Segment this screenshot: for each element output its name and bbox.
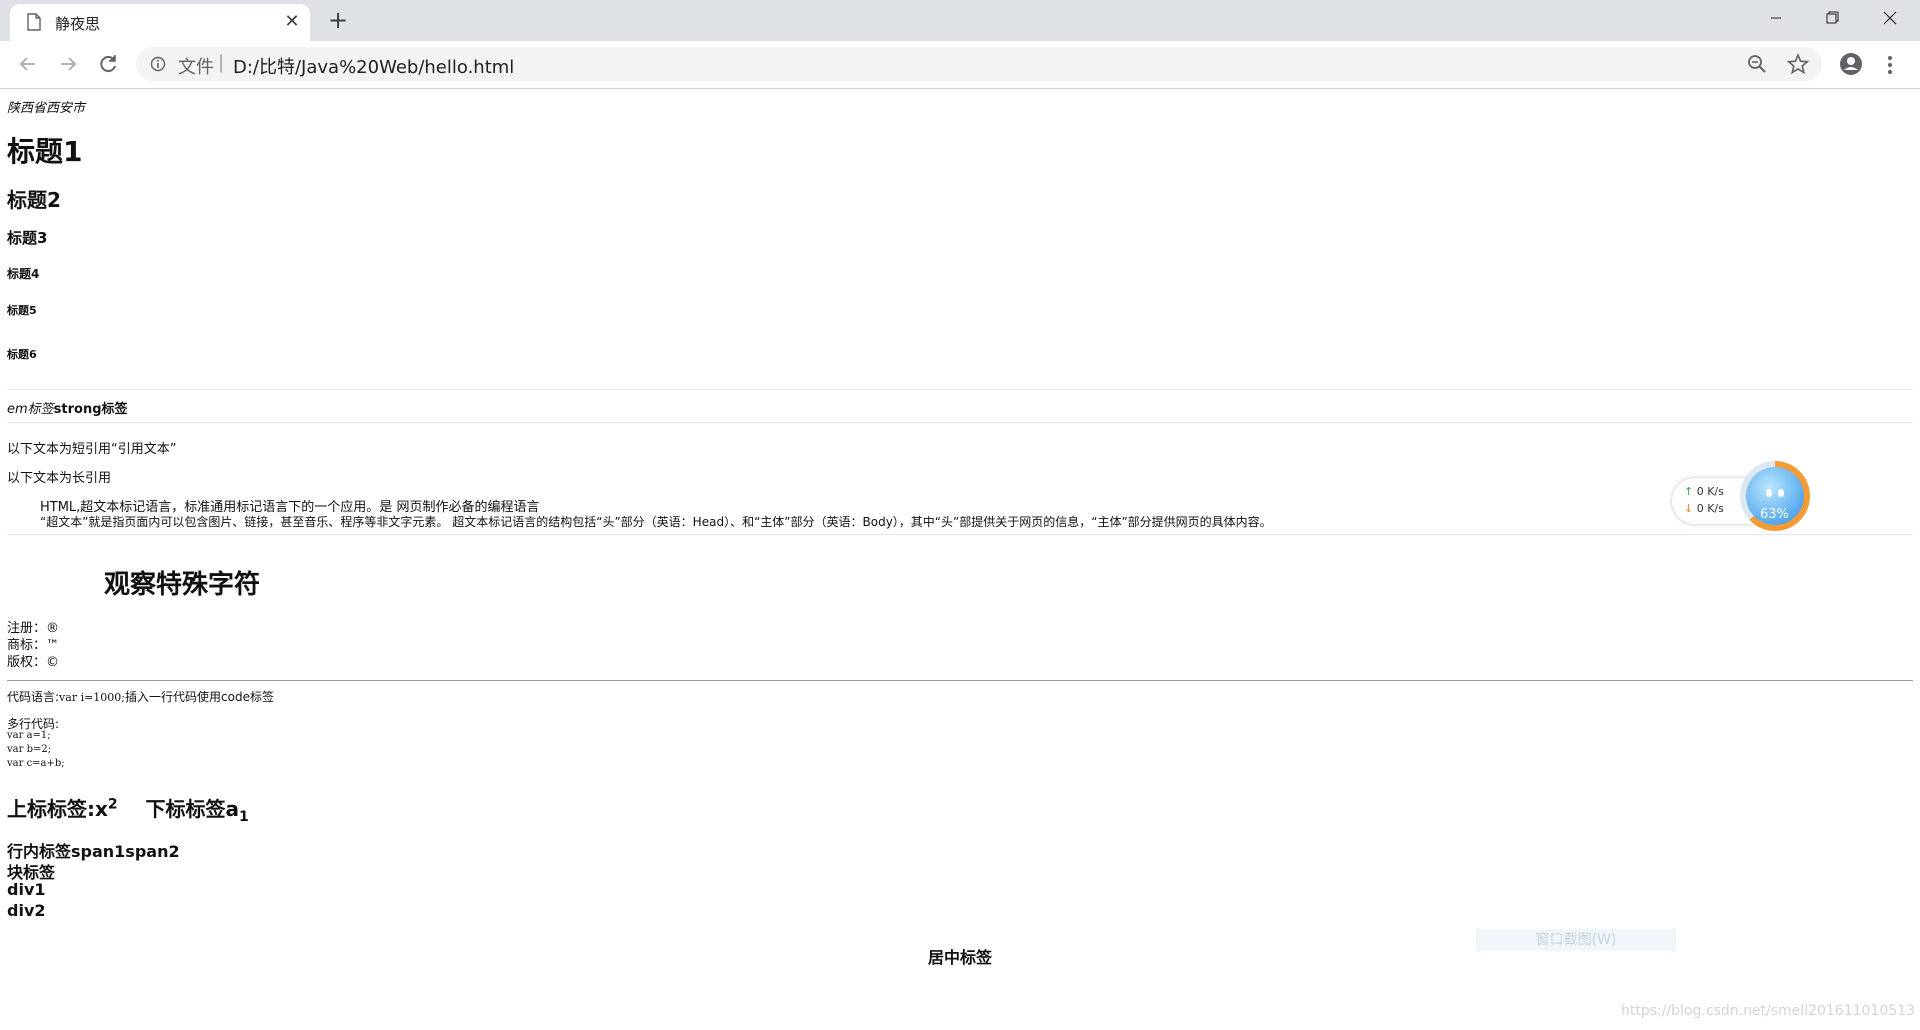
ball-eye <box>1766 489 1772 497</box>
arrow-right-icon <box>61 57 77 71</box>
tab-strip: 静夜思 ✕ + <box>0 0 1920 41</box>
download-speed: ↓ 0 K/s <box>1684 502 1724 515</box>
restore-button[interactable] <box>1805 0 1861 36</box>
ball-eye <box>1778 489 1784 497</box>
upload-speed-value: 0 K/s <box>1696 485 1724 498</box>
strong-text: strong标签 <box>53 402 128 417</box>
browser-tab[interactable]: 静夜思 ✕ <box>10 4 310 41</box>
short-quote-line: 以下文本为短引用“引用文本” <box>7 438 177 457</box>
info-icon[interactable] <box>150 56 166 72</box>
arrow-down-icon: ↓ <box>1684 502 1694 515</box>
zoom-icon[interactable] <box>1747 54 1767 74</box>
special-chars-title: 观察特殊字符 <box>104 570 261 600</box>
sub-label: 下标标签a <box>145 797 240 821</box>
divider <box>7 680 1913 681</box>
inline-code-line: 代码语言:var i=1000;插入一行代码使用code标签 <box>7 688 274 705</box>
short-quote: “引用文本” <box>111 442 177 457</box>
divider <box>7 534 1913 535</box>
copyright-line: 版权：© <box>7 655 60 670</box>
code-suffix: 插入一行代码使用code标签 <box>125 690 274 704</box>
upload-speed: ↑ 0 K/s <box>1684 485 1724 498</box>
reload-icon <box>100 55 116 73</box>
more-menu-icon[interactable] <box>1882 52 1898 78</box>
div-1: div1 <box>7 880 46 899</box>
ball-percent: 63% <box>1760 507 1789 522</box>
watermark: https://blog.csdn.net/smell201611010513 <box>1621 1003 1915 1019</box>
heading-1: 标题1 <box>7 135 83 168</box>
back-button[interactable] <box>14 50 42 78</box>
new-tab-button[interactable]: + <box>325 8 351 34</box>
tab-title: 静夜思 <box>55 15 101 33</box>
divider <box>7 422 1913 423</box>
accelerator-ball[interactable]: 63% <box>1740 461 1810 531</box>
address-bar[interactable]: 文件 | D:/比特/Java%20Web/hello.html <box>136 47 1822 81</box>
window-screenshot-button[interactable]: 窗口截图(W) <box>1476 929 1676 951</box>
reload-button[interactable] <box>94 50 122 78</box>
short-quote-prefix: 以下文本为短引用 <box>7 442 112 457</box>
document-icon <box>27 13 41 31</box>
address-text: 陕西省西安市 <box>7 101 86 116</box>
download-speed-value: 0 K/s <box>1696 502 1724 515</box>
heading-6: 标题6 <box>7 348 37 361</box>
sup-value: 2 <box>107 796 118 813</box>
heading-3: 标题3 <box>7 229 48 247</box>
divider <box>7 389 1913 390</box>
long-quote-label: 以下文本为长引用 <box>7 471 112 486</box>
close-icon <box>1883 11 1897 25</box>
minimize-button[interactable] <box>1748 0 1804 36</box>
ball-face: 63% <box>1746 467 1804 525</box>
sup-sub-line: 上标标签:x2 下标标签a1 <box>7 793 249 825</box>
sub-value: 1 <box>239 809 249 825</box>
heading-2: 标题2 <box>7 188 61 212</box>
arrow-up-icon: ↑ <box>1684 485 1694 498</box>
div-2: div2 <box>7 901 46 920</box>
forward-button[interactable] <box>54 50 82 78</box>
bookmark-star-icon[interactable] <box>1787 53 1809 75</box>
em-text: em标签 <box>7 402 54 417</box>
restore-icon <box>1826 11 1839 24</box>
arrow-left-icon <box>19 57 35 71</box>
sup-label: 上标标签:x <box>7 797 108 821</box>
url-text[interactable]: D:/比特/Java%20Web/hello.html <box>233 53 514 79</box>
browser-toolbar: 文件 | D:/比特/Java%20Web/hello.html <box>0 41 1920 89</box>
page-content: 陕西省西安市 标题1 标题2 标题3 标题4 标题5 标题6 em标签stron… <box>0 89 1920 1030</box>
code-prefix: 代码语言: <box>7 690 60 704</box>
em-strong-line: em标签strong标签 <box>7 398 128 417</box>
heading-4: 标题4 <box>7 267 40 281</box>
profile-icon[interactable] <box>1838 51 1864 77</box>
heading-5: 标题5 <box>7 304 37 317</box>
blockquote-line-2: “超文本”就是指页面内可以包含图片、链接，甚至音乐、程序等非文字元素。 超文本标… <box>40 515 1272 529</box>
minimize-icon <box>1771 17 1781 19</box>
inline-code: var i=1000; <box>59 691 126 704</box>
scheme-separator: | <box>218 52 225 73</box>
window-close-button[interactable] <box>1862 0 1918 36</box>
tab-close-icon[interactable]: ✕ <box>282 12 302 32</box>
scheme-label: 文件 <box>178 57 214 78</box>
multi-code-block: var a=1; var b=2; var c=a+b; <box>7 730 65 769</box>
